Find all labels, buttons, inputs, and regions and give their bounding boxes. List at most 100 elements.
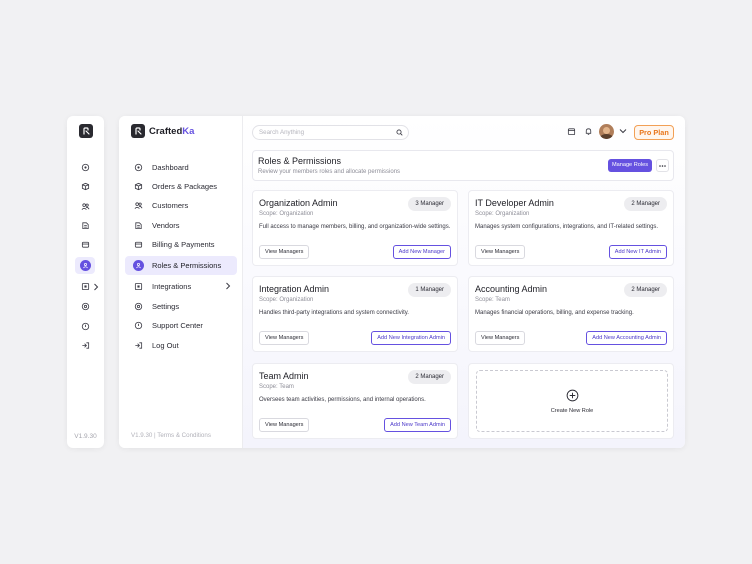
role-title: Organization Admin	[259, 198, 338, 208]
manage-roles-button[interactable]: Manage Roles	[608, 159, 652, 172]
page-header: Roles & Permissions Review your members …	[252, 150, 674, 181]
sidebar-item-customers[interactable]: Customers	[125, 196, 237, 215]
icon-rail: V1.9.30	[67, 116, 104, 448]
manager-count-badge: 2 Manager	[408, 370, 451, 384]
sidebar-item-label: Integrations	[152, 282, 192, 291]
rail-logout-icon[interactable]	[75, 337, 95, 354]
view-managers-button[interactable]: View Managers	[259, 418, 310, 432]
rail-orders-icon[interactable]	[75, 178, 95, 195]
sidebar-item-label: Vendors	[152, 221, 180, 230]
rail-vendors-icon[interactable]	[75, 217, 95, 234]
role-title: IT Developer Admin	[475, 198, 554, 208]
customers-icon	[133, 201, 143, 211]
plus-circle-icon	[566, 389, 579, 402]
add-manager-button[interactable]: Add New Accounting Admin	[586, 331, 667, 345]
create-new-role-button[interactable]: Create New Role	[476, 370, 668, 432]
sidebar: CraftedKa Dashboard Orders & Packages Cu…	[119, 116, 243, 448]
rail-dashboard-icon[interactable]	[75, 159, 95, 176]
sidebar-item-support[interactable]: Support Center	[125, 316, 237, 335]
role-card-accounting-admin: Accounting Admin Scope: Team 2 Manager M…	[468, 276, 674, 352]
dashboard-icon	[133, 163, 143, 173]
more-options-button[interactable]	[656, 159, 669, 172]
view-managers-button[interactable]: View Managers	[475, 245, 526, 259]
rail-roles-icon[interactable]	[75, 257, 95, 274]
view-managers-button[interactable]: View Managers	[259, 245, 310, 259]
search-icon[interactable]	[396, 129, 403, 136]
main-content: Search Anything Pro Plan Roles & Permiss…	[243, 116, 685, 448]
pro-plan-button[interactable]: Pro Plan	[634, 125, 674, 140]
rail-support-icon[interactable]	[75, 318, 95, 335]
sidebar-item-label: Log Out	[152, 341, 179, 350]
role-card-integration-admin: Integration Admin Scope: Organization 1 …	[252, 276, 458, 352]
view-managers-button[interactable]: View Managers	[259, 331, 310, 345]
app-window: CraftedKa Dashboard Orders & Packages Cu…	[119, 116, 685, 448]
rail-version: V1.9.30	[74, 433, 97, 440]
rail-billing-icon[interactable]	[75, 236, 95, 253]
manager-count-badge: 1 Manager	[408, 283, 451, 297]
role-description: Manages system configurations, integrati…	[475, 224, 659, 230]
sidebar-item-billing[interactable]: Billing & Payments	[125, 235, 237, 254]
role-scope: Scope: Organization	[259, 211, 314, 217]
add-manager-button[interactable]: Add New Manager	[392, 245, 451, 259]
role-description: Full access to manage members, billing, …	[259, 224, 451, 230]
sidebar-item-vendors[interactable]: Vendors	[125, 216, 237, 235]
role-title: Accounting Admin	[475, 284, 548, 294]
billing-icon	[133, 240, 143, 250]
add-manager-button[interactable]: Add New Integration Admin	[371, 331, 451, 345]
chevron-down-icon[interactable]	[619, 128, 628, 137]
role-title: Integration Admin	[259, 284, 330, 294]
manager-count-badge: 2 Manager	[624, 197, 667, 211]
brand-logo-icon	[131, 124, 145, 138]
role-description: Oversees team activities, permissions, a…	[259, 397, 426, 403]
manager-count-badge: 3 Manager	[408, 197, 451, 211]
add-manager-button[interactable]: Add New IT Admin	[608, 245, 667, 259]
role-description: Manages financial operations, billing, a…	[475, 310, 634, 316]
bell-icon[interactable]	[584, 127, 593, 136]
chevron-right-icon	[225, 282, 231, 290]
app-logo-icon[interactable]	[79, 124, 93, 138]
role-scope: Scope: Team	[475, 297, 510, 303]
sidebar-item-label: Settings	[152, 302, 180, 311]
role-card-organization-admin: Organization Admin Scope: Organization 3…	[252, 190, 458, 266]
sidebar-item-label: Billing & Payments	[152, 240, 215, 249]
role-scope: Scope: Organization	[259, 297, 314, 303]
role-card-it-developer-admin: IT Developer Admin Scope: Organization 2…	[468, 190, 674, 266]
sidebar-item-label: Orders & Packages	[152, 182, 218, 191]
sidebar-item-logout[interactable]: Log Out	[125, 336, 237, 355]
sidebar-footer[interactable]: V1.9.30 | Terms & Conditions	[131, 432, 211, 439]
rail-expand-chevron-icon[interactable]	[93, 283, 99, 291]
rail-customers-icon[interactable]	[75, 198, 95, 215]
sidebar-item-orders[interactable]: Orders & Packages	[125, 177, 237, 196]
orders-icon	[133, 182, 143, 192]
role-card-team-admin: Team Admin Scope: Team 2 Manager Oversee…	[252, 363, 458, 439]
more-dots-icon	[659, 164, 666, 167]
create-role-label: Create New Role	[550, 408, 594, 414]
search-input[interactable]: Search Anything	[252, 125, 409, 140]
sidebar-item-settings[interactable]: Settings	[125, 297, 237, 316]
role-title: Team Admin	[259, 371, 309, 381]
logout-icon	[133, 341, 143, 351]
sidebar-item-integrations[interactable]: Integrations	[125, 277, 237, 296]
sidebar-item-label: Customers	[152, 201, 189, 210]
manager-count-badge: 2 Manager	[624, 283, 667, 297]
rail-settings-icon[interactable]	[75, 298, 95, 315]
view-managers-button[interactable]: View Managers	[475, 331, 526, 345]
avatar[interactable]	[599, 124, 614, 139]
search-placeholder: Search Anything	[259, 129, 305, 136]
calendar-icon[interactable]	[567, 127, 576, 136]
support-icon	[133, 321, 143, 331]
sidebar-item-label: Dashboard	[152, 163, 189, 172]
rail-integrations-icon[interactable]	[75, 278, 95, 295]
vendors-icon	[133, 221, 143, 231]
sidebar-item-dashboard[interactable]: Dashboard	[125, 158, 237, 177]
page-subtitle: Review your members roles and allocate p…	[258, 169, 401, 175]
add-manager-button[interactable]: Add New Team Admin	[384, 418, 451, 432]
integrations-icon	[133, 282, 143, 292]
brand[interactable]: CraftedKa	[131, 124, 194, 138]
sidebar-item-label: Roles & Permissions	[152, 261, 222, 270]
settings-icon	[133, 302, 143, 312]
role-scope: Scope: Organization	[475, 211, 530, 217]
create-role-card: Create New Role	[468, 363, 674, 439]
sidebar-item-roles[interactable]: Roles & Permissions	[125, 256, 237, 275]
roles-icon	[133, 260, 144, 271]
